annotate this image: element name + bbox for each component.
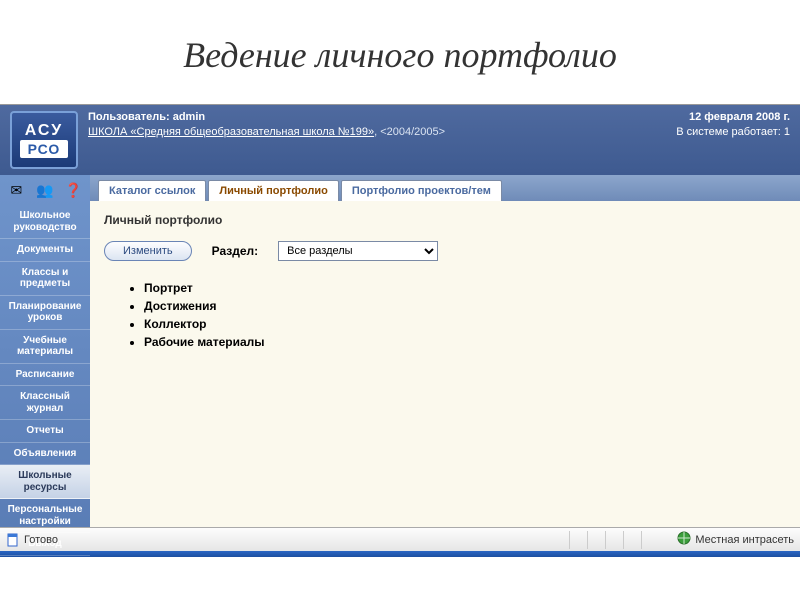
app-window: АСУ РСО Пользователь: admin ШКОЛА «Средн… xyxy=(0,104,800,557)
taskbar-strip xyxy=(0,551,800,557)
list-item[interactable]: Коллектор xyxy=(144,315,786,333)
sidebar: ✉ 👥 ❓ Школьное руководство Документы Кла… xyxy=(0,175,90,527)
header-date: 12 февраля 2008 г. xyxy=(676,111,790,123)
list-item[interactable]: Достижения xyxy=(144,297,786,315)
logo[interactable]: АСУ РСО xyxy=(10,111,78,169)
sidebar-item-planning[interactable]: Планирование уроков xyxy=(0,296,90,330)
users-icon[interactable]: 👥 xyxy=(34,180,56,200)
sidebar-item-schedule[interactable]: Расписание xyxy=(0,364,90,387)
page-icon xyxy=(6,533,20,547)
school-link[interactable]: ШКОЛА «Средняя общеобразовательная школа… xyxy=(88,126,374,138)
help-icon[interactable]: ❓ xyxy=(63,180,85,200)
tab-personal-portfolio[interactable]: Личный портфолио xyxy=(208,180,338,201)
app-header: АСУ РСО Пользователь: admin ШКОЛА «Средн… xyxy=(0,105,800,175)
main-area: Каталог ссылок Личный портфолио Портфоли… xyxy=(90,175,800,527)
sidebar-item-materials[interactable]: Учебные материалы xyxy=(0,330,90,364)
user-label: Пользователь: admin xyxy=(88,111,676,123)
section-select[interactable]: Все разделы xyxy=(278,241,438,261)
status-cells xyxy=(569,531,659,549)
status-ready: Готово xyxy=(24,534,58,546)
mail-icon[interactable]: ✉ xyxy=(5,180,27,200)
portfolio-sections-list: Портрет Достижения Коллектор Рабочие мат… xyxy=(104,279,786,351)
header-right: 12 февраля 2008 г. В системе работает: 1 xyxy=(676,111,790,169)
controls-row: Изменить Раздел: Все разделы xyxy=(104,241,786,261)
tab-projects-portfolio[interactable]: Портфолио проектов/тем xyxy=(341,180,502,201)
school-year: , <2004/2005> xyxy=(374,126,445,138)
sidebar-item-school-admin[interactable]: Школьное руководство xyxy=(0,205,90,239)
list-item[interactable]: Портрет xyxy=(144,279,786,297)
user-info: Пользователь: admin ШКОЛА «Средняя общео… xyxy=(88,111,676,169)
sidebar-item-announcements[interactable]: Объявления xyxy=(0,443,90,466)
browser-statusbar: Готово Местная интрасеть xyxy=(0,527,800,551)
logo-text-bottom: РСО xyxy=(20,140,69,158)
sidebar-item-journal[interactable]: Классный журнал xyxy=(0,386,90,420)
sidebar-item-reports[interactable]: Отчеты xyxy=(0,420,90,443)
section-select-label: Раздел: xyxy=(212,244,259,258)
logo-text-top: АСУ xyxy=(25,122,63,140)
list-item[interactable]: Рабочие материалы xyxy=(144,333,786,351)
tab-links-catalog[interactable]: Каталог ссылок xyxy=(98,180,206,201)
security-zone[interactable]: Местная интрасеть xyxy=(677,531,794,548)
sidebar-item-classes[interactable]: Классы и предметы xyxy=(0,262,90,296)
globe-icon xyxy=(677,531,691,548)
slide-title: Ведение личного портфолио xyxy=(0,0,800,104)
tabbar: Каталог ссылок Личный портфолио Портфоли… xyxy=(90,175,800,201)
sidebar-item-resources[interactable]: Школьные ресурсы xyxy=(0,465,90,499)
sidebar-item-documents[interactable]: Документы xyxy=(0,239,90,262)
content: Личный портфолио Изменить Раздел: Все ра… xyxy=(90,201,800,527)
section-title: Личный портфолио xyxy=(104,213,786,227)
zone-label: Местная интрасеть xyxy=(695,534,794,546)
sidebar-item-settings[interactable]: Персональные настройки xyxy=(0,499,90,533)
header-online: В системе работает: 1 xyxy=(676,126,790,138)
edit-button[interactable]: Изменить xyxy=(104,241,192,261)
